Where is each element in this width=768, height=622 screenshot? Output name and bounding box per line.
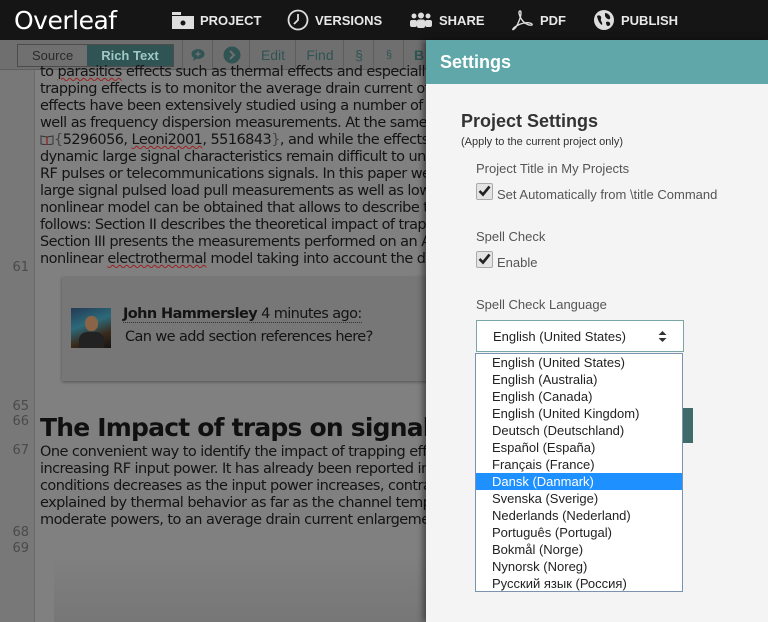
folder-icon: [172, 11, 194, 29]
paragraph-text[interactable]: One convenient way to identify the impac…: [40, 444, 426, 529]
text-line: increasing RF input power. It has alread…: [40, 461, 426, 477]
text-line: conditions decreases as the input power …: [40, 478, 426, 494]
pdf-icon: [512, 10, 533, 31]
overleaf-logo[interactable]: Overleaf: [14, 6, 117, 35]
spellcheck-error[interactable]: electrothermal: [107, 251, 206, 267]
text-line: moderate powers, to an average drain cur…: [40, 512, 426, 528]
line-number: 66: [12, 414, 29, 429]
language-option[interactable]: Deutsch (Deutschland): [476, 422, 682, 439]
project-title-label: Project Title in My Projects: [476, 161, 630, 176]
text-line: RF pulses or telecommunications signals.…: [40, 166, 426, 182]
language-option[interactable]: English (United Kingdom): [476, 405, 682, 422]
citation-line: {5296056, Leoni2001, 5516843}, and while…: [40, 132, 426, 149]
comment-author: John Hammersley: [123, 306, 258, 322]
language-option[interactable]: Français (France): [476, 456, 682, 473]
language-option[interactable]: Русский язык (Россия): [476, 575, 682, 592]
nav-share-label: SHARE: [439, 12, 485, 28]
spell-check-label: Spell Check: [476, 229, 546, 244]
editor-pane: Source Rich Text Edit Find § § B 61 65 6…: [0, 40, 426, 622]
comment-add-icon: [191, 49, 205, 61]
comment-card[interactable]: John Hammersley 4 minutes ago: Can we ad…: [62, 277, 426, 381]
book-icon: [40, 135, 54, 145]
line-number: 68: [12, 525, 29, 540]
text-line: trapping effects is to monitor the avera…: [40, 81, 426, 97]
checkmark-icon: [478, 185, 491, 197]
logo-text: Overleaf: [14, 6, 117, 35]
chevron-right-icon: [223, 46, 240, 63]
text-line: effects have been extensively studied us…: [40, 98, 426, 114]
spell-enable-checkbox[interactable]: [476, 251, 493, 268]
auto-title-label: Set Automatically from \title Command: [497, 187, 718, 202]
citation-close-brace: }: [271, 132, 280, 148]
text-line: explained by thermal behavior as far as …: [40, 495, 426, 511]
language-option[interactable]: Nederlands (Nederland): [476, 507, 682, 524]
language-option-highlighted[interactable]: Dansk (Danmark): [476, 473, 682, 490]
line-number-gutter: 61 65 66 67 68 69: [0, 70, 35, 622]
citation-trailing-text: , and while the effects of: [279, 132, 426, 148]
text-line: to parasitics effects such as thermal ef…: [40, 64, 426, 80]
text-line: dynamic large signal characteristics rem…: [40, 149, 426, 165]
language-option[interactable]: Svenska (Sverige): [476, 490, 682, 507]
auto-title-option[interactable]: Set Automatically from \title Command: [476, 183, 718, 203]
language-option[interactable]: English (Canada): [476, 388, 682, 405]
clock-icon: [287, 9, 309, 31]
line-number: 69: [12, 541, 29, 556]
source-mode-button[interactable]: Source: [18, 45, 88, 66]
line-number: 61: [12, 260, 29, 275]
comment-time: 4 minutes ago:: [261, 306, 362, 322]
language-option[interactable]: Español (España): [476, 439, 682, 456]
globe-icon: [594, 10, 614, 30]
language-option[interactable]: English (Australia): [476, 371, 682, 388]
settings-panel: Settings Project Settings (Apply to the …: [426, 40, 768, 622]
comment-header: John Hammersley 4 minutes ago:: [123, 306, 362, 323]
text-line: One convenient way to identify the impac…: [40, 444, 426, 460]
language-option[interactable]: English (United States): [476, 354, 682, 371]
rich-text-mode-button[interactable]: Rich Text: [87, 45, 173, 66]
text-line: large signal pulsed load pull measuremen…: [40, 183, 426, 199]
spell-language-value: English (United States): [493, 329, 626, 344]
paragraph-text[interactable]: to parasitics effects such as thermal ef…: [40, 64, 426, 268]
select-arrows-icon: [658, 331, 667, 342]
text-line: Section III presents the measurements pe…: [40, 234, 426, 250]
spell-language-label: Spell Check Language: [476, 297, 607, 312]
top-nav: Overleaf PROJECT VERSIONS SHARE PDF PUBL…: [0, 0, 768, 40]
text-line: nonlinear electrothermal model taking in…: [40, 251, 426, 267]
spell-language-dropdown: English (United States) English (Austral…: [475, 353, 683, 592]
nav-versions[interactable]: VERSIONS: [287, 9, 383, 31]
auto-title-checkbox[interactable]: [476, 183, 493, 200]
editor-empty-area: [54, 555, 426, 622]
line-number: 67: [12, 443, 29, 458]
spell-enable-label: Enable: [497, 255, 538, 270]
avatar: [71, 308, 111, 348]
nav-project-label: PROJECT: [200, 12, 262, 28]
project-settings-subtitle: (Apply to the current project only): [461, 136, 624, 148]
users-icon: [410, 12, 432, 28]
spellcheck-error[interactable]: parasitics: [58, 64, 123, 80]
nav-publish[interactable]: PUBLISH: [593, 10, 678, 30]
comment-text: Can we add section references here?: [125, 329, 373, 345]
nav-pdf[interactable]: PDF: [510, 10, 566, 31]
project-settings-title: Project Settings: [461, 111, 599, 131]
spell-language-select[interactable]: English (United States): [476, 320, 684, 352]
language-option[interactable]: Nynorsk (Noreg): [476, 558, 682, 575]
nav-pdf-label: PDF: [540, 12, 566, 28]
language-option[interactable]: Português (Portugal): [476, 524, 682, 541]
nav-project[interactable]: PROJECT: [172, 10, 261, 30]
nav-versions-label: VERSIONS: [315, 12, 383, 28]
section-heading[interactable]: The Impact of traps on signal c: [40, 413, 426, 442]
nav-share[interactable]: SHARE: [409, 10, 485, 30]
line-number: 65: [12, 399, 29, 414]
checkmark-icon: [478, 253, 491, 265]
settings-header: Settings: [426, 40, 768, 84]
nav-publish-label: PUBLISH: [621, 12, 679, 28]
citation-open-brace: {: [54, 132, 63, 148]
spell-enable-option[interactable]: Enable: [476, 251, 538, 271]
language-option[interactable]: Bokmål (Norge): [476, 541, 682, 558]
text-line: follows: Section II describes the theore…: [40, 217, 426, 233]
text-line: nonlinear model can be obtained that all…: [40, 200, 426, 216]
hidden-button-edge[interactable]: [683, 408, 693, 443]
spellcheck-error[interactable]: Leoni2001: [132, 132, 203, 148]
text-line: well as frequency dispersion measurement…: [40, 115, 426, 131]
citation-keys[interactable]: 5296056, Leoni2001, 5516843: [63, 132, 272, 148]
